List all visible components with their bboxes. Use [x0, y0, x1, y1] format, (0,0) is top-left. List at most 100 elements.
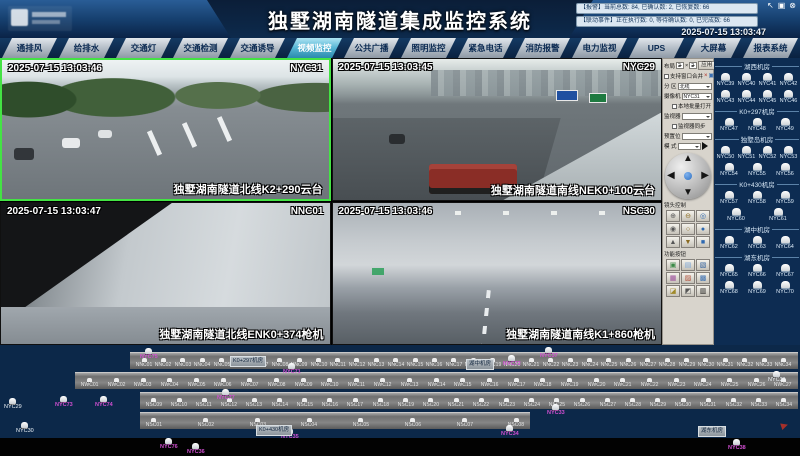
- ptz-camera[interactable]: NYC36: [187, 443, 205, 455]
- diagram-camera[interactable]: NSC07: [456, 418, 474, 428]
- diagram-camera[interactable]: NSC09: [145, 398, 163, 408]
- diagram-camera[interactable]: NWC14: [427, 378, 446, 388]
- diagram-camera[interactable]: NNC12: [348, 358, 366, 368]
- window-control-icon[interactable]: ↖: [767, 1, 774, 11]
- tree-camera[interactable]: NYC44: [736, 89, 756, 105]
- ptz-camera[interactable]: NYC38: [728, 439, 746, 451]
- diagram-camera[interactable]: NSC27: [599, 398, 617, 408]
- diagram-camera[interactable]: NWC01: [80, 378, 99, 388]
- nav-tab[interactable]: 视频监控: [287, 38, 342, 58]
- ptz-left-icon[interactable]: ◀: [667, 171, 675, 181]
- lens-button[interactable]: ○: [681, 223, 695, 235]
- tree-camera[interactable]: NYC39: [715, 72, 735, 88]
- diagram-camera[interactable]: NNC29: [678, 358, 696, 368]
- lens-button[interactable]: ■: [696, 236, 710, 248]
- diagram-camera[interactable]: NNC13: [367, 358, 385, 368]
- tree-camera[interactable]: NYC52: [757, 145, 777, 161]
- diagram-camera[interactable]: NSC10: [170, 398, 188, 408]
- function-button[interactable]: ▩: [696, 272, 710, 284]
- diagram-camera[interactable]: NSC04: [300, 418, 318, 428]
- lens-button[interactable]: ▼: [681, 236, 695, 248]
- tree-camera[interactable]: NYC62: [716, 235, 743, 251]
- nav-tab[interactable]: 大屏幕: [686, 38, 741, 58]
- diagram-camera[interactable]: NSC13: [245, 398, 263, 408]
- window-control-icon[interactable]: ▣: [778, 1, 786, 11]
- diagram-camera[interactable]: NWC24: [693, 378, 712, 388]
- function-button[interactable]: ▥: [696, 285, 710, 297]
- diagram-camera[interactable]: NNC23: [561, 358, 579, 368]
- diagram-camera[interactable]: NWC26: [747, 378, 766, 388]
- nav-tab[interactable]: 消防报警: [515, 38, 570, 58]
- tree-camera[interactable]: NYC53: [778, 145, 798, 161]
- diagram-camera[interactable]: NNC33: [755, 358, 773, 368]
- tree-camera[interactable]: NYC48: [744, 117, 771, 133]
- diagram-camera[interactable]: NNC05: [213, 358, 231, 368]
- tree-camera[interactable]: NYC66: [744, 263, 771, 279]
- diagram-camera[interactable]: NNC11: [329, 358, 347, 368]
- tree-camera[interactable]: NYC43: [715, 89, 735, 105]
- diagram-camera[interactable]: NSC15: [296, 398, 314, 408]
- ptz-camera[interactable]: NYC37: [540, 347, 558, 359]
- diagram-camera[interactable]: NNC25: [600, 358, 618, 368]
- diagram-camera[interactable]: NWC15: [453, 378, 472, 388]
- tree-camera[interactable]: NYC67: [772, 263, 799, 279]
- tree-camera[interactable]: NYC51: [736, 145, 756, 161]
- video-cell-nyc31[interactable]: 2025-07-15 13:03:46 NYC31 独墅湖南隧道北线K2+290…: [0, 58, 331, 201]
- function-button[interactable]: ▨: [681, 272, 695, 284]
- diagram-camera[interactable]: NNC10: [310, 358, 328, 368]
- tree-camera[interactable]: NYC57: [716, 190, 743, 206]
- diagram-camera[interactable]: NWC08: [267, 378, 286, 388]
- nav-tab[interactable]: 给排水: [59, 38, 114, 58]
- diagram-camera[interactable]: NWC11: [347, 378, 366, 388]
- ptz-camera[interactable]: NYC74: [95, 396, 113, 408]
- ptz-camera[interactable]: NYC76: [160, 438, 178, 450]
- diagram-camera[interactable]: NSC11: [195, 398, 212, 408]
- tree-camera[interactable]: NYC58: [744, 190, 771, 206]
- video-cell-nnc01[interactable]: 2025-07-15 13:03:47 NNC01 独墅湖南隧道北线ENK0+3…: [0, 202, 331, 345]
- diagram-camera[interactable]: NWC04: [160, 378, 179, 388]
- diagram-camera[interactable]: NNC21: [522, 358, 540, 368]
- lens-button[interactable]: ●: [696, 223, 710, 235]
- diagram-camera[interactable]: NSC32: [725, 398, 743, 408]
- diagram-camera[interactable]: NSC23: [498, 398, 516, 408]
- diagram-camera[interactable]: NSC26: [573, 398, 591, 408]
- tree-camera[interactable]: NYC54: [719, 162, 739, 178]
- diagram-camera[interactable]: NWC23: [667, 378, 686, 388]
- ptz-camera[interactable]: NYC71: [283, 363, 301, 375]
- lens-button[interactable]: ⊖: [681, 210, 695, 222]
- diagram-camera[interactable]: NNC31: [716, 358, 734, 368]
- window-control-icon[interactable]: ⊗: [789, 1, 796, 11]
- diagram-camera[interactable]: NNC16: [425, 358, 443, 368]
- function-button[interactable]: ◪: [666, 285, 680, 297]
- diagram-camera[interactable]: NNC27: [639, 358, 657, 368]
- tree-camera[interactable]: NYC70: [772, 280, 799, 296]
- local-batch-checkbox[interactable]: [672, 104, 677, 109]
- tree-camera[interactable]: NYC64: [772, 235, 799, 251]
- diagram-camera[interactable]: NSC30: [674, 398, 692, 408]
- tree-camera[interactable]: NYC42: [778, 72, 798, 88]
- diagram-camera[interactable]: NWC16: [480, 378, 499, 388]
- mode-select[interactable]: [678, 143, 701, 150]
- monitor-select[interactable]: [682, 113, 712, 120]
- tree-camera[interactable]: NYC65: [716, 263, 743, 279]
- diagram-camera[interactable]: NNC24: [581, 358, 599, 368]
- lens-button[interactable]: ◎: [696, 210, 710, 222]
- layout-rows-select[interactable]: 2: [689, 62, 697, 69]
- diagram-camera[interactable]: NNC04: [193, 358, 211, 368]
- ptz-camera[interactable]: NYC34: [501, 425, 519, 437]
- diagram-camera[interactable]: NWC13: [400, 378, 419, 388]
- diagram-camera[interactable]: NNC15: [406, 358, 424, 368]
- close-video-icon[interactable]: ×: [704, 73, 708, 79]
- diagram-camera[interactable]: NWC20: [587, 378, 606, 388]
- tree-camera[interactable]: NYC46: [778, 89, 798, 105]
- diagram-camera[interactable]: NSC34: [775, 398, 793, 408]
- lens-button[interactable]: ◉: [666, 223, 680, 235]
- play-icon[interactable]: [702, 142, 712, 150]
- function-button[interactable]: ▣: [666, 259, 680, 271]
- tree-camera[interactable]: NYC50: [715, 145, 735, 161]
- standalone-camera[interactable]: NYC30: [16, 422, 34, 434]
- diagram-camera[interactable]: NSC22: [472, 398, 490, 408]
- diagram-camera[interactable]: NSC01: [145, 418, 163, 428]
- diagram-camera[interactable]: NSC05: [352, 418, 370, 428]
- tree-camera[interactable]: NYC60: [723, 207, 750, 223]
